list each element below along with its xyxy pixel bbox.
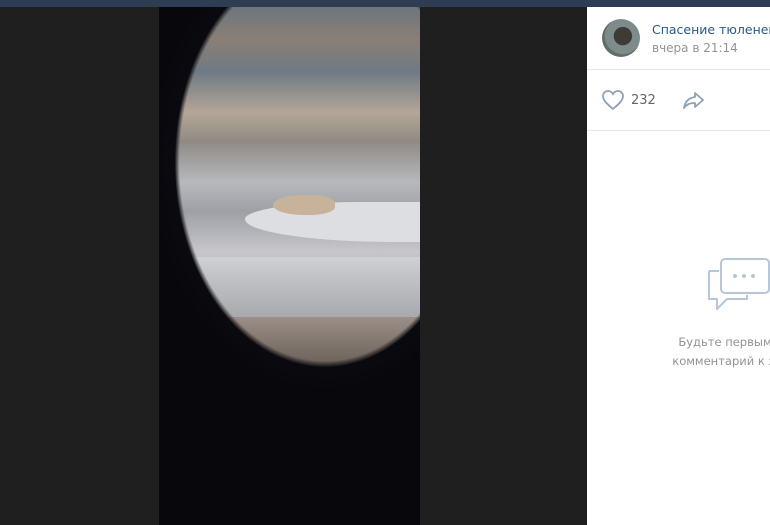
share-arrow-icon <box>683 92 704 109</box>
like-button[interactable]: 232 <box>601 88 671 112</box>
post-photo[interactable] <box>159 7 420 525</box>
author-avatar[interactable] <box>602 19 640 57</box>
share-button[interactable] <box>681 88 707 112</box>
empty-comments-text: Будьте первым, кто комментарий к этой з <box>639 333 770 371</box>
post-header: Спасение тюленей вчера в 21:14 <box>587 7 770 70</box>
empty-text-line2: комментарий к этой з <box>672 354 770 368</box>
post-actions: 232 <box>587 70 770 131</box>
lens-vignette <box>159 7 420 525</box>
heart-icon <box>602 90 624 111</box>
comments-bubble-icon <box>708 258 770 310</box>
post-date[interactable]: вчера в 21:14 <box>652 41 738 55</box>
photo-viewer <box>0 7 587 525</box>
comments-area: Будьте первым, кто комментарий к этой з <box>587 130 770 525</box>
author-name[interactable]: Спасение тюленей <box>652 22 770 37</box>
post-side-panel: Спасение тюленей вчера в 21:14 232 Будьт… <box>587 7 770 525</box>
empty-text-line1: Будьте первым, кто <box>678 335 770 349</box>
top-bar <box>0 0 770 7</box>
like-count: 232 <box>631 92 656 108</box>
